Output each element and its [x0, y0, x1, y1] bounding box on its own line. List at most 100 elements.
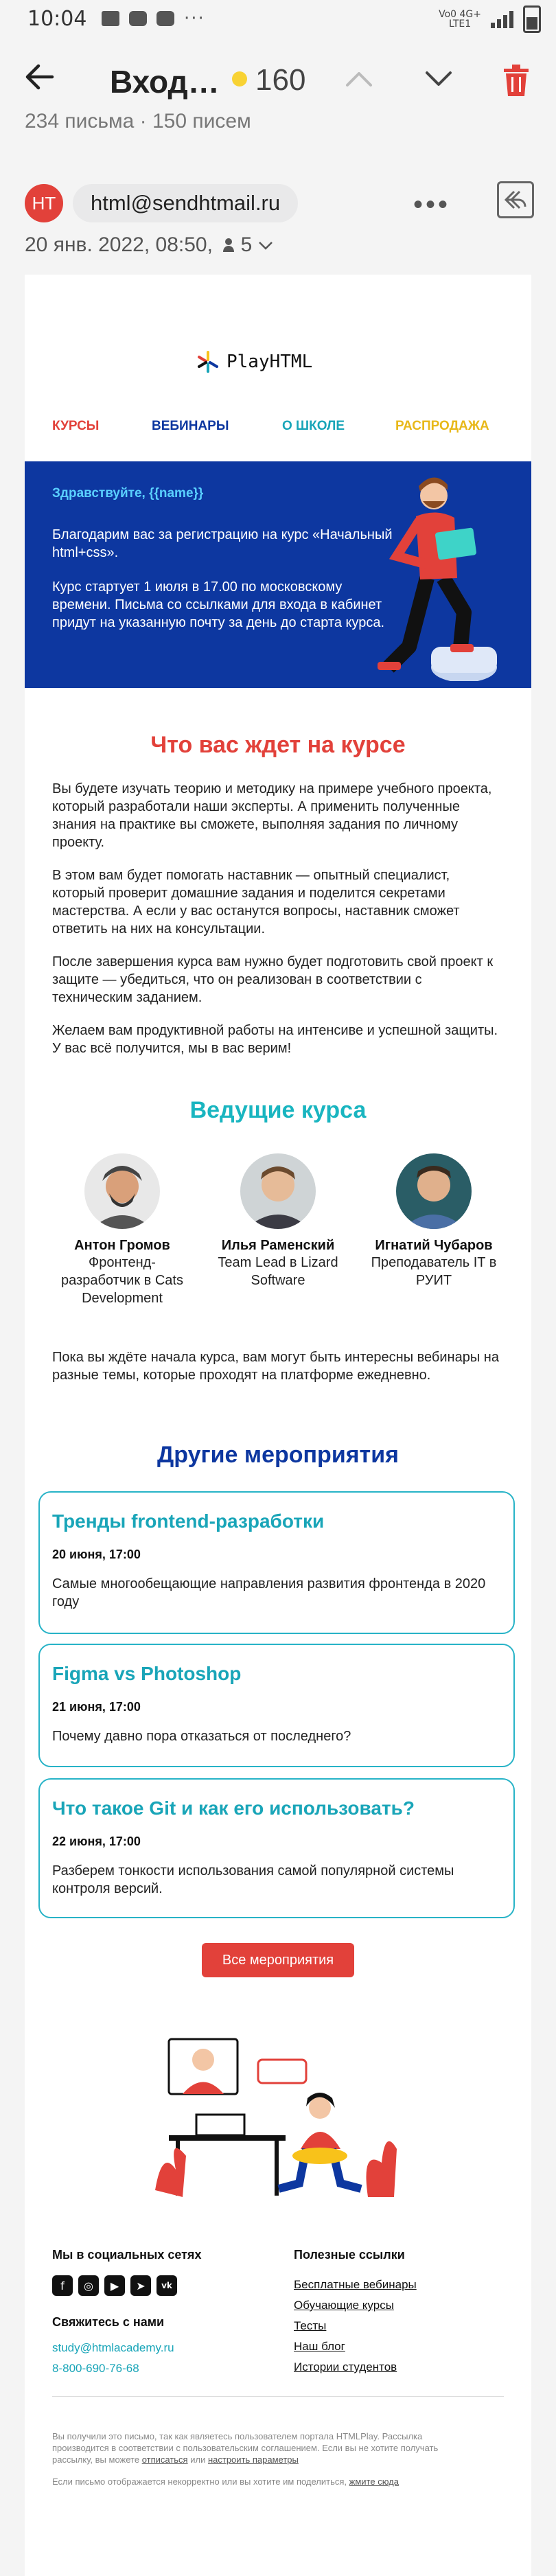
contact-title: Свяжитесь с нами [52, 2315, 165, 2329]
youtube-icon[interactable]: ▶ [104, 2275, 125, 2296]
course-paragraph: В этом вам будет помогать наставник — оп… [52, 868, 460, 936]
all-events-button[interactable]: Все мероприятия [202, 1943, 354, 1977]
event-title[interactable]: Что такое Git и как его использовать? [52, 1797, 415, 1819]
hero-text-2: Курс стартует 1 июля в 17.00 по московск… [52, 579, 385, 630]
social-title: Мы в социальных сетях [52, 2248, 202, 2262]
folder-title: Вход… [110, 64, 220, 100]
event-description: Почему давно пора отказаться от последне… [52, 1729, 351, 1744]
notification-icons: ··· [102, 8, 205, 29]
event-card[interactable]: Тренды frontend-разработки 20 июня, 17:0… [38, 1491, 515, 1634]
settings-link[interactable]: настроить параметры [208, 2454, 299, 2465]
section-title-events: Другие мероприятия [157, 1442, 399, 1468]
hero-banner: Здравствуйте, {{name}} Благодарим вас за… [25, 461, 531, 688]
teacher-role: Фронтенд-разработчик в Cats Development [61, 1255, 183, 1306]
instagram-icon[interactable]: ◎ [78, 2275, 99, 2296]
team-illustration [155, 2038, 397, 2197]
playhtml-logo[interactable]: PlayHTML [196, 350, 312, 373]
section-title-teachers: Ведущие курса [189, 1097, 367, 1123]
back-arrow-icon[interactable] [25, 62, 55, 97]
vk-icon[interactable]: vk [157, 2275, 177, 2296]
teacher-card: Илья Раменский Team Lead в Lizard Softwa… [209, 1153, 347, 1289]
footer-link[interactable]: Наш блог [294, 2340, 345, 2354]
logo-star-icon [198, 351, 218, 373]
event-title[interactable]: Figma vs Photoshop [52, 1663, 241, 1685]
course-paragraph: Желаем вам продуктивной работы на интенс… [52, 1023, 498, 1056]
contact-email-link[interactable]: study@htmlacademy.ru [52, 2341, 174, 2355]
event-card[interactable]: Figma vs Photoshop 21 июня, 17:00 Почему… [38, 1644, 515, 1767]
web-version-link[interactable]: жмите сюда [349, 2476, 399, 2487]
legal-text-part: Если письмо отображается некорректно или… [52, 2476, 349, 2487]
nav-about[interactable]: О ШКОЛЕ [282, 419, 345, 434]
preview-line: 234 письма · 150 писем [25, 110, 251, 128]
webinars-intro: Пока вы ждёте начала курса, вам могут бы… [52, 1350, 499, 1383]
network-indicator: Vo0 4G+ LTE1 [439, 10, 481, 29]
email-body: PlayHTML КУРСЫ ВЕБИНАРЫ О ШКОЛЕ РАСПРОДА… [25, 275, 531, 2576]
person-icon [222, 235, 235, 252]
teacher-name: Игнатий Чубаров [375, 1238, 493, 1253]
teacher-photo [240, 1153, 316, 1229]
event-date: 21 июня, 17:00 [52, 1700, 141, 1714]
network-sublabel: LTE1 [448, 19, 472, 30]
puzzle-icon [129, 11, 147, 26]
unread-count: 160 [255, 63, 306, 97]
nav-webinars[interactable]: ВЕБИНАРЫ [152, 419, 229, 434]
event-date: 20 июня, 17:00 [52, 1548, 141, 1561]
network-label: Vo0 4G+ [439, 9, 481, 20]
teacher-role: Преподаватель IT в РУИТ [371, 1255, 497, 1288]
legal-text: Вы получили это письмо, так как являетес… [52, 2430, 478, 2465]
unread-dot-icon [232, 71, 247, 87]
gallery-icon [102, 11, 119, 26]
telegram-icon[interactable]: ➤ [130, 2275, 151, 2296]
contact-phone-link[interactable]: 8-800-690-76-68 [52, 2362, 139, 2376]
social-icons: f ◎ ▶ ➤ vk [52, 2275, 177, 2296]
mail-toolbar: Вход… 160 [0, 38, 556, 121]
footer-divider [52, 2396, 504, 2397]
more-notifications-icon: ··· [184, 8, 205, 29]
battery-icon [523, 5, 541, 33]
chevron-down-icon [258, 233, 273, 256]
links-title: Полезные ссылки [294, 2248, 405, 2262]
status-bar: 10:04 ··· Vo0 4G+ LTE1 [0, 0, 556, 38]
unsubscribe-link[interactable]: отписаться [142, 2454, 188, 2465]
trash-icon[interactable] [501, 63, 531, 97]
sender-email[interactable]: html@sendhtmail.ru [73, 184, 299, 222]
hero-greeting: Здравствуйте, {{name}} [52, 486, 204, 501]
legal-text-part: или [187, 2454, 208, 2465]
teacher-role: Team Lead в Lizard Software [218, 1255, 338, 1288]
teacher-card: Антон Громов Фронтенд-разработчик в Cats… [54, 1153, 191, 1307]
more-options-icon[interactable]: ••• [413, 189, 450, 220]
footer-link[interactable]: Обучающие курсы [294, 2299, 394, 2312]
legal-text: Если письмо отображается некорректно или… [52, 2476, 478, 2487]
reply-icon[interactable] [497, 181, 534, 218]
footer-link[interactable]: Бесплатные вебинары [294, 2278, 417, 2292]
event-title[interactable]: Тренды frontend-разработки [52, 1510, 324, 1532]
event-description: Разберем тонкости использования самой по… [52, 1863, 454, 1896]
hero-illustration [378, 477, 497, 681]
teacher-card: Игнатий Чубаров Преподаватель IT в РУИТ [365, 1153, 502, 1289]
teacher-name: Илья Раменский [221, 1238, 335, 1253]
nav-courses[interactable]: КУРСЫ [52, 419, 99, 434]
hero-text-1: Благодарим вас за регистрацию на курс «Н… [52, 527, 393, 560]
email-nav: КУРСЫ ВЕБИНАРЫ О ШКОЛЕ РАСПРОДАЖА [25, 419, 531, 446]
footer-link[interactable]: Истории студентов [294, 2360, 397, 2374]
status-right: Vo0 4G+ LTE1 [439, 5, 541, 33]
nav-sale[interactable]: РАСПРОДАЖА [395, 419, 489, 434]
signal-icon [491, 10, 513, 28]
avatar: HT [25, 184, 63, 222]
message-date-row[interactable]: 20 янв. 2022, 08:50, 5 [25, 233, 273, 257]
teacher-photo [396, 1153, 472, 1229]
event-description: Самые многообещающие направления развити… [52, 1576, 486, 1609]
section-title-course: Что вас ждет на курсе [150, 732, 406, 758]
course-paragraph: После завершения курса вам нужно будет п… [52, 954, 494, 1005]
sender-row: HT html@sendhtmail.ru [25, 184, 299, 222]
logo-text: PlayHTML [227, 352, 313, 372]
facebook-icon[interactable]: f [52, 2275, 73, 2296]
recipients-count: 5 [240, 233, 253, 256]
chevron-down-icon[interactable] [423, 63, 454, 95]
footer-link[interactable]: Тесты [294, 2319, 326, 2333]
status-time: 10:04 [27, 7, 87, 31]
teacher-name: Антон Громов [74, 1238, 170, 1253]
youtube-icon [157, 11, 174, 26]
chevron-up-icon[interactable] [343, 63, 375, 95]
event-card[interactable]: Что такое Git и как его использовать? 22… [38, 1778, 515, 1918]
